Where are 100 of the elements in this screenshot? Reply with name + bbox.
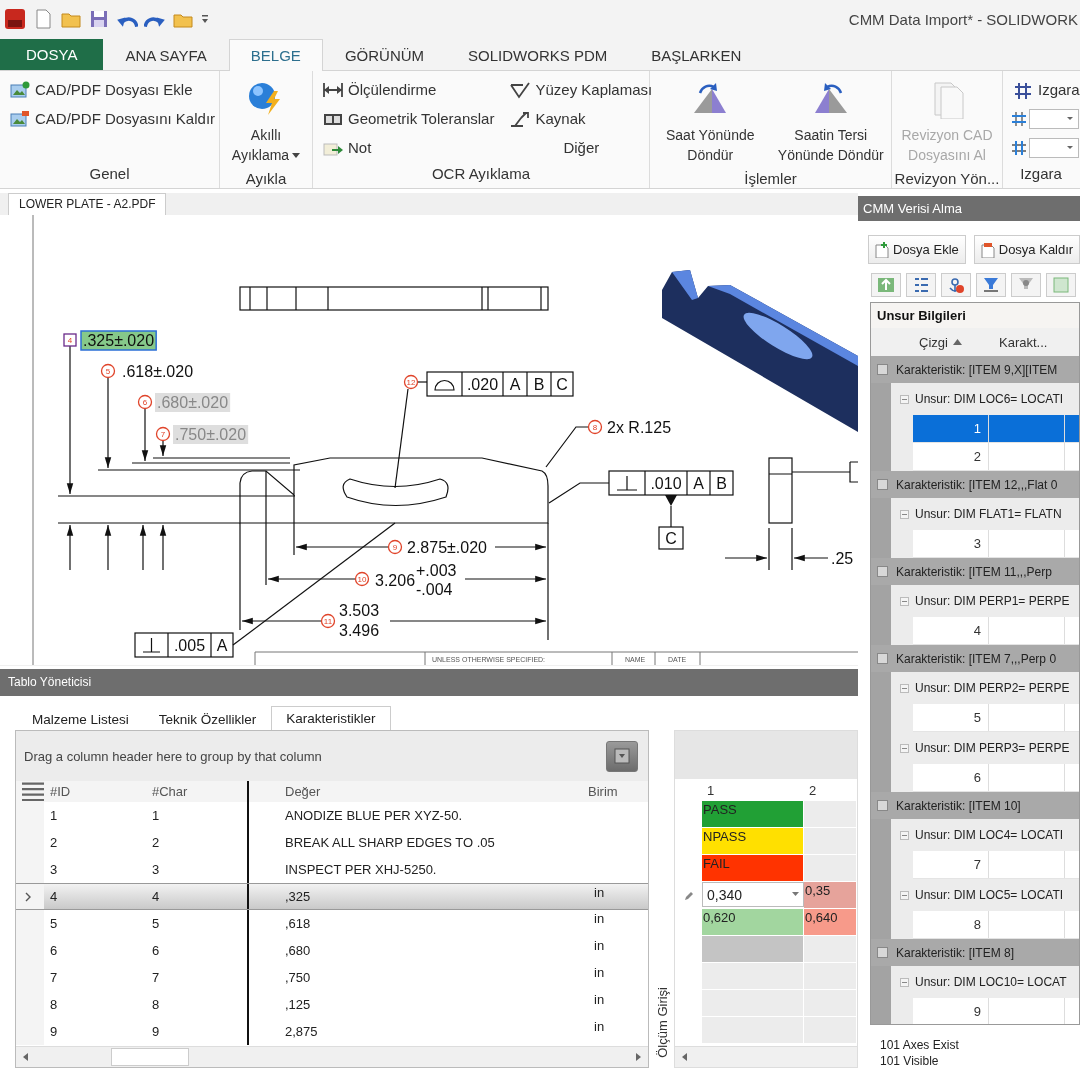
feature-row-label[interactable]: Unsur: DIM LOC10= LOCAT [915, 975, 1067, 989]
ribbon-button[interactable]: Not [321, 135, 497, 160]
grid-rows-icon [1011, 110, 1027, 127]
ribbon-button[interactable]: Yüzey Kaplaması [508, 77, 655, 102]
redo-icon [144, 14, 166, 28]
toolbar-button[interactable] [871, 273, 901, 297]
toolbar-button[interactable] [906, 273, 936, 297]
collapse-button[interactable] [606, 740, 638, 772]
feature-row-label[interactable]: Unsur: DIM LOC5= LOCATI [915, 888, 1064, 902]
scrollbar-thumb[interactable] [111, 1048, 189, 1066]
group-toggle-icon [877, 566, 888, 577]
save-button[interactable] [88, 8, 110, 30]
measurement-cell[interactable] [804, 855, 857, 882]
dropdown-field[interactable] [1029, 108, 1079, 129]
large-ribbon-button[interactable]: Akıllı Ayıklama [225, 77, 307, 167]
image-add-icon [10, 80, 30, 99]
table-row[interactable]: 2 2 BREAK ALL SHARP EDGES TO .05 [16, 829, 648, 856]
measurement-cell[interactable] [804, 1017, 857, 1044]
table-tab[interactable]: Karakteristikler [271, 706, 391, 730]
caret-icon [792, 892, 799, 897]
data-row[interactable]: 5 [913, 704, 1079, 732]
app-logo-button[interactable] [4, 8, 26, 30]
ribbon-button[interactable]: Ölçülendirme [321, 77, 497, 102]
data-row[interactable]: 4 [913, 617, 1079, 645]
ribbon-button[interactable]: CAD/PDF Dosyası Ekle [8, 77, 218, 102]
window-title: CMM Data Import* - SOLIDWORK [848, 10, 1079, 28]
table-cell: 2 [152, 835, 160, 850]
frame-cell-text: A [216, 637, 228, 654]
feature-row-label[interactable]: Unsur: DIM FLAT1= FLATN [915, 507, 1062, 521]
table-cell: BREAK ALL SHARP EDGES TO .05 [285, 835, 495, 850]
table-row[interactable]: 6 6 ,680 in [16, 937, 648, 964]
document-tab[interactable]: LOWER PLATE - A2.PDF [8, 193, 167, 215]
table-row[interactable]: 8 8 ,125 in [16, 991, 648, 1018]
table-row[interactable]: 1 1 ANODIZE BLUE PER XYZ-50. [16, 802, 648, 829]
large-ribbon-button[interactable]: Saat Yönünde Döndür [652, 77, 769, 167]
dropdown-field[interactable] [1029, 137, 1079, 158]
perpendicular-symbol-icon [616, 475, 638, 491]
grid-columns-icon [1011, 139, 1027, 156]
measurement-cell[interactable] [702, 936, 804, 963]
measurement-cell[interactable]: 0,35 [804, 882, 857, 909]
group-toggle-icon [877, 479, 888, 490]
data-row[interactable]: 6 [913, 764, 1079, 792]
measurement-cell[interactable] [702, 963, 804, 990]
measurement-cell[interactable]: FAIL [702, 855, 804, 882]
column-header[interactable]: #ID [50, 784, 71, 799]
ribbon-button[interactable]: Izgara [1011, 77, 1080, 102]
image-remove-icon [10, 109, 30, 128]
toolbar-button[interactable] [941, 273, 971, 297]
column-header[interactable]: Değer [285, 784, 321, 799]
ribbon-button[interactable]: CAD/PDF Dosyasını Kaldır [8, 106, 218, 131]
group-sublabel: Diğer [562, 138, 601, 158]
table-row[interactable]: 5 5 ,618 in [16, 910, 648, 937]
ribbon-tab[interactable]: BELGE [228, 39, 323, 71]
data-row[interactable]: 8 [913, 911, 1079, 939]
panel-button[interactable]: Dosya Kaldır [973, 235, 1080, 264]
ribbon-button[interactable]: Geometrik Toleranslar [321, 106, 497, 131]
measurement-cell[interactable] [804, 828, 857, 855]
data-row[interactable]: 7 [913, 851, 1079, 879]
table-row[interactable]: 7 7 ,750 in [16, 964, 648, 991]
table-tab[interactable]: Malzeme Listesi [17, 708, 144, 730]
measurement-input[interactable]: 0,340 [702, 882, 804, 907]
grid-icon [1013, 80, 1033, 99]
ribbon-button[interactable]: Kaynak [508, 106, 655, 131]
measurement-cell[interactable]: NPASS [702, 828, 804, 855]
ribbon-tab[interactable]: SOLIDWORKS PDM [446, 40, 630, 70]
undo-icon [116, 14, 138, 28]
measurement-cell[interactable] [804, 990, 857, 1017]
file-tab[interactable]: DOSYA [0, 39, 104, 70]
measurement-cell[interactable]: PASS [702, 801, 804, 828]
measurement-cell[interactable]: 0,640 [804, 909, 857, 936]
feature-row-label[interactable]: Unsur: DIM PERP3= PERPE [915, 741, 1070, 755]
data-row[interactable]: 1 [913, 415, 1079, 443]
column-header[interactable]: 2 [809, 782, 817, 798]
toolbar-button[interactable] [1011, 273, 1041, 297]
measurement-cell[interactable] [804, 801, 857, 828]
table-row[interactable]: 4 4 ,325 in [16, 883, 648, 910]
column-header[interactable]: Birim [588, 784, 618, 799]
measurement-cell[interactable]: 0,620 [702, 909, 804, 936]
feature-row-label[interactable]: Unsur: DIM PERP1= PERPE [915, 594, 1070, 608]
table-tab[interactable]: Teknik Özellikler [143, 708, 272, 730]
feature-row-label[interactable]: Unsur: DIM PERP2= PERPE [915, 681, 1070, 695]
toolbar-button[interactable] [976, 273, 1006, 297]
data-row[interactable]: 2 [913, 443, 1079, 471]
table-cell: 2,875 [285, 1024, 318, 1039]
ribbon-tab[interactable]: BAŞLARKEN [629, 40, 764, 70]
data-row[interactable]: 9 [913, 998, 1079, 1024]
column-header[interactable]: Çizgi [919, 334, 999, 350]
panel-button[interactable]: Dosya Ekle [868, 235, 966, 264]
column-header[interactable]: #Char [152, 784, 188, 799]
large-ribbon-button[interactable]: Saatin Tersi Yönünde Döndür [772, 77, 889, 167]
dimension-text: 3.496 [339, 622, 380, 639]
measurement-cell[interactable] [804, 963, 857, 990]
ribbon-tab[interactable]: GÖRÜNÜM [322, 40, 447, 70]
feature-row-label[interactable]: Unsur: DIM LOC6= LOCATI [915, 392, 1064, 406]
column-header[interactable]: 1 [707, 782, 715, 798]
data-row[interactable]: 3 [913, 530, 1079, 558]
column-header[interactable]: Karakt... [999, 334, 1048, 350]
ribbon-tab[interactable]: ANA SAYFA [103, 40, 229, 70]
feature-row-label[interactable]: Unsur: DIM LOC4= LOCATI [915, 828, 1064, 842]
measurement-cell[interactable] [804, 936, 857, 963]
